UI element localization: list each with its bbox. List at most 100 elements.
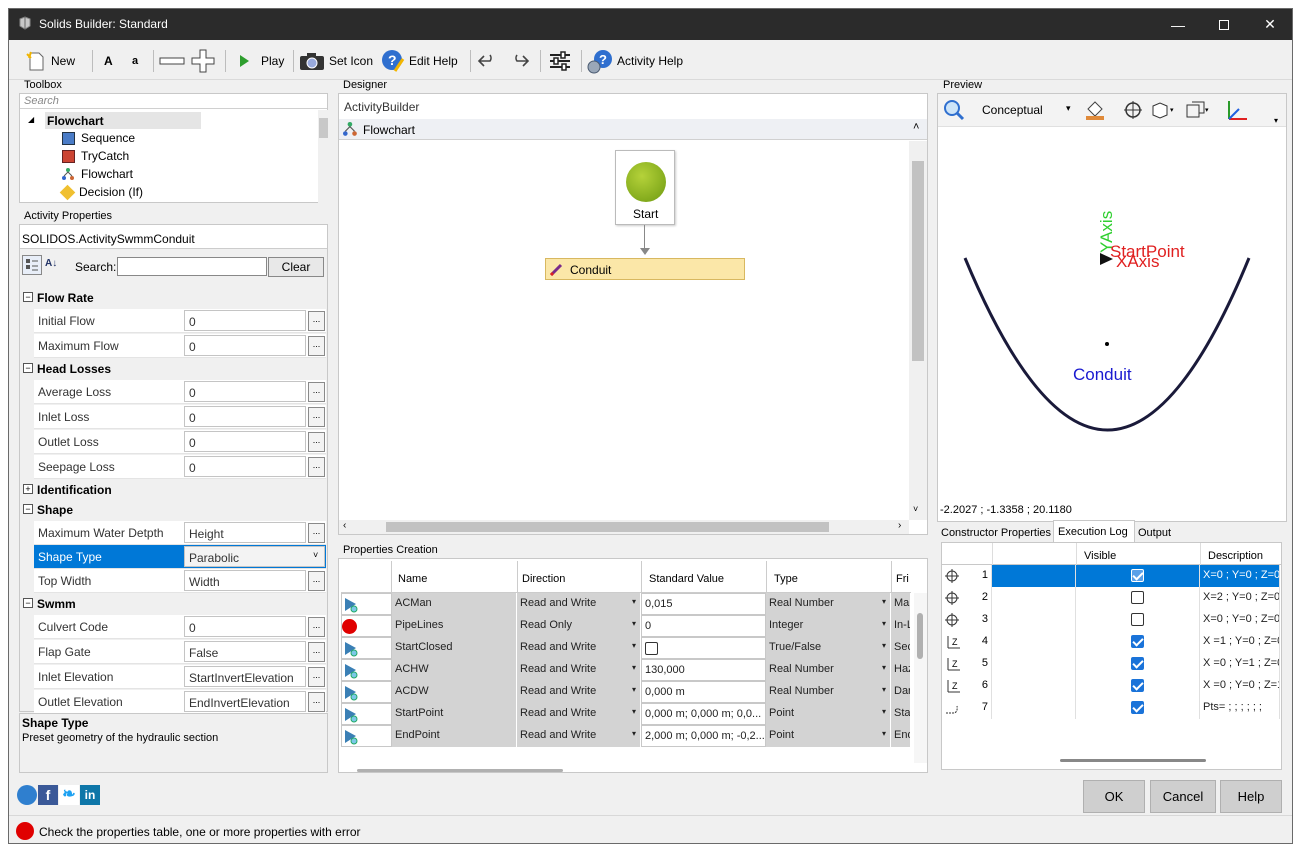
property-value[interactable]: 0: [184, 406, 306, 427]
property-value[interactable]: 0: [184, 335, 306, 356]
cell-type[interactable]: Real Number ▾: [766, 593, 891, 615]
redo-button[interactable]: [510, 49, 530, 73]
scroll-right-icon[interactable]: ›: [898, 520, 901, 531]
cell-direction[interactable]: Read and Write ▾: [517, 593, 641, 615]
flowchart-header[interactable]: Flowchart ˄: [339, 119, 927, 140]
projection-icon[interactable]: ▾: [1184, 99, 1212, 121]
cell-fri[interactable]: Haz: [891, 659, 911, 681]
cell-standard-value[interactable]: 130,000: [641, 659, 766, 681]
row-header[interactable]: [341, 637, 392, 659]
cell-description[interactable]: X =0 ; Y=0 ; Z=1: [1200, 675, 1280, 697]
property-value[interactable]: StartInvertElevation: [184, 666, 306, 687]
category-identification[interactable]: + Identification: [22, 479, 327, 501]
category-head-losses[interactable]: − Head Losses: [22, 358, 327, 380]
ellipsis-button[interactable]: ...: [308, 336, 325, 356]
chevron-down-icon[interactable]: ▾: [632, 597, 636, 606]
ellipsis-button[interactable]: ...: [308, 432, 325, 452]
header-direction[interactable]: Direction: [522, 573, 565, 585]
toolbox-item-trycatch[interactable]: TryCatch: [62, 149, 129, 163]
paint-bucket-icon[interactable]: [1084, 99, 1106, 121]
ellipsis-button[interactable]: ...: [308, 571, 325, 591]
table-row[interactable]: EndPoint Read and Write ▾ 2,000 m; 0,000 m;…: [341, 725, 911, 747]
list-item[interactable]: Z5X =0 ; Y=1 ; Z=0: [942, 653, 1280, 675]
expand-button[interactable]: [191, 49, 215, 73]
cell-description[interactable]: X=0 ; Y=0 ; Z=0: [1200, 609, 1280, 631]
ellipsis-button[interactable]: ...: [308, 311, 325, 331]
cell-name[interactable]: ACDW: [392, 681, 517, 703]
row-header[interactable]: Z6: [942, 675, 992, 697]
property-value[interactable]: 0: [184, 616, 306, 637]
execution-log-hthumb[interactable]: [1060, 759, 1206, 762]
categorized-sort-button[interactable]: [22, 255, 42, 275]
property-value[interactable]: 0: [184, 381, 306, 402]
property-maximum-water-depth[interactable]: Maximum Water Detpth Height...: [34, 521, 326, 545]
tab-constructor-properties[interactable]: Constructor Properties: [937, 522, 1057, 543]
cell-standard-value[interactable]: [641, 637, 766, 659]
activity-help-button[interactable]: ? Activity Help: [587, 49, 683, 74]
toolbox-search-input[interactable]: Search: [20, 94, 327, 109]
visible-checkbox[interactable]: [1131, 635, 1144, 648]
chevron-down-icon[interactable]: ▾: [632, 663, 636, 672]
standard-value-checkbox[interactable]: [645, 642, 658, 655]
header-visible[interactable]: Visible: [1084, 550, 1116, 562]
cell-standard-value[interactable]: 0: [641, 615, 766, 637]
property-top-width[interactable]: Top Width Width...: [34, 569, 326, 593]
cell-name[interactable]: StartPoint: [392, 703, 517, 725]
cell-direction[interactable]: Read Only ▾: [517, 615, 641, 637]
maximize-button[interactable]: [1201, 9, 1247, 40]
property-value[interactable]: 0: [184, 431, 306, 452]
clear-button[interactable]: Clear: [268, 257, 324, 277]
row-header[interactable]: 7: [942, 697, 992, 719]
cell-type[interactable]: Real Number ▾: [766, 659, 891, 681]
property-maximum-flow[interactable]: Maximum Flow 0...: [34, 334, 326, 358]
cell-fri[interactable]: Sta: [891, 703, 911, 725]
visible-checkbox[interactable]: [1131, 657, 1144, 670]
list-item[interactable]: 7 Pts= ; ; ; ; ; ;: [942, 697, 1280, 719]
ellipsis-button[interactable]: ...: [308, 667, 325, 687]
toolbox-item-sequence[interactable]: Sequence: [62, 131, 135, 145]
visible-checkbox[interactable]: [1131, 701, 1144, 714]
property-flap-gate[interactable]: Flap Gate False...: [34, 640, 326, 664]
cell-blank[interactable]: [992, 587, 1076, 609]
scroll-down-icon[interactable]: ˅: [913, 504, 918, 514]
property-value[interactable]: 0: [184, 310, 306, 331]
edit-help-button[interactable]: ? Edit Help: [381, 49, 458, 73]
collapse-box-icon[interactable]: −: [23, 598, 33, 608]
cell-blank[interactable]: [992, 653, 1076, 675]
shape-type-dropdown[interactable]: Parabolic: [184, 546, 325, 567]
minimize-button[interactable]: —: [1155, 9, 1201, 40]
category-shape[interactable]: − Shape: [22, 499, 327, 521]
cell-direction[interactable]: Read and Write ▾: [517, 681, 641, 703]
row-header[interactable]: [341, 659, 392, 681]
cell-blank[interactable]: [992, 565, 1076, 587]
chevron-down-icon[interactable]: ▾: [882, 597, 886, 606]
overflow-menu-icon[interactable]: ▾: [1274, 116, 1278, 125]
property-average-loss[interactable]: Average Loss 0...: [34, 380, 326, 404]
cell-type[interactable]: Point ▾: [766, 703, 891, 725]
property-outlet-loss[interactable]: Outlet Loss 0...: [34, 430, 326, 454]
visible-checkbox[interactable]: [1131, 679, 1144, 692]
collapse-box-icon[interactable]: −: [23, 504, 33, 514]
font-smaller-button[interactable]: a: [132, 49, 138, 73]
cell-blank[interactable]: [992, 697, 1076, 719]
designer-horizontal-scrollbar[interactable]: ‹ ›: [339, 520, 909, 534]
chevron-down-icon[interactable]: ▾: [882, 685, 886, 694]
preview-viewport[interactable]: YAxis StartPoint XAxis Conduit: [938, 127, 1286, 505]
visible-checkbox[interactable]: [1131, 569, 1144, 582]
header-type[interactable]: Type: [774, 573, 798, 585]
list-item[interactable]: 3 X=0 ; Y=0 ; Z=0: [942, 609, 1280, 631]
cell-fri[interactable]: Sec: [891, 637, 911, 659]
header-standard-value[interactable]: Standard Value: [649, 573, 724, 585]
cell-standard-value[interactable]: 0,015: [641, 593, 766, 615]
ellipsis-button[interactable]: ...: [308, 407, 325, 427]
cell-fri[interactable]: In-L: [891, 615, 911, 637]
cell-visible[interactable]: [1076, 653, 1200, 675]
ellipsis-button[interactable]: ...: [308, 457, 325, 477]
cell-direction[interactable]: Read and Write ▾: [517, 637, 641, 659]
toolbox-item-flowchart[interactable]: Flowchart: [62, 167, 133, 181]
list-item[interactable]: 2 X=2 ; Y=0 ; Z=0: [942, 587, 1280, 609]
list-item[interactable]: 1 X=0 ; Y=0 ; Z=0: [942, 565, 1280, 587]
cell-blank[interactable]: [992, 675, 1076, 697]
properties-grid-vscrollbar[interactable]: [914, 593, 927, 763]
alphabetical-sort-button[interactable]: A↓: [45, 255, 65, 275]
